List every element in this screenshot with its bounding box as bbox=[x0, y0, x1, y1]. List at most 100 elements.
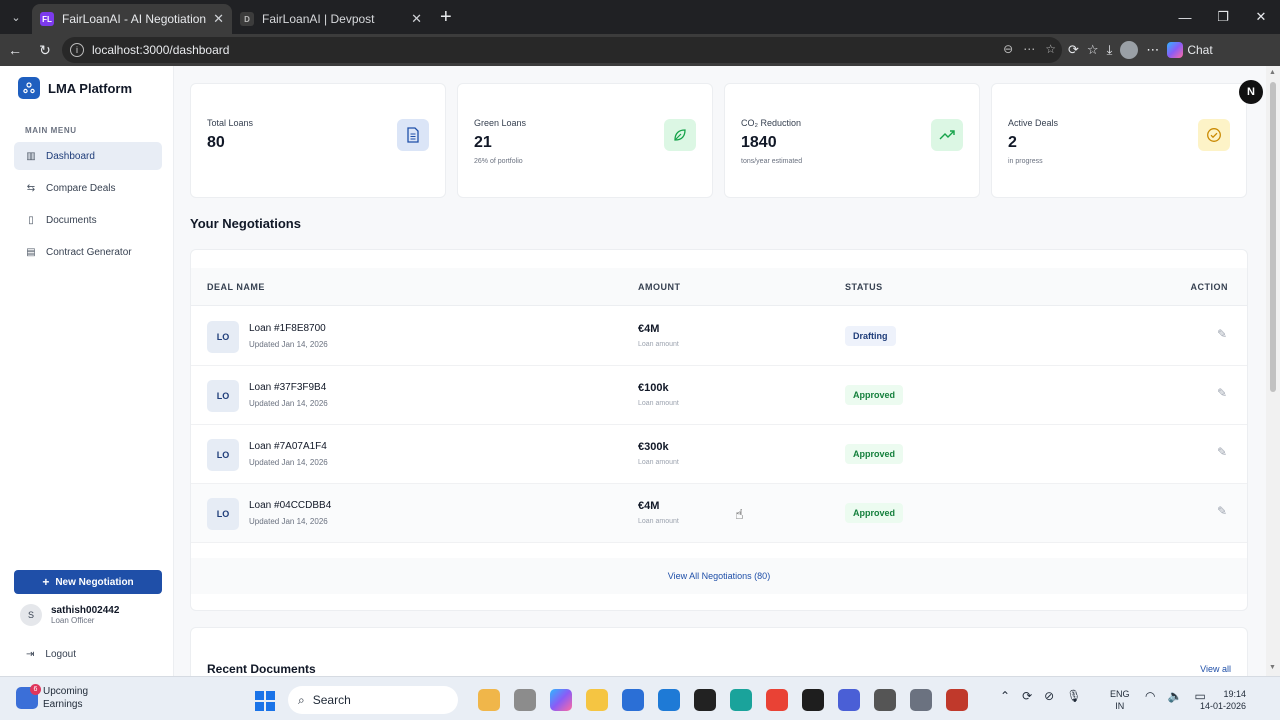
start-windows-icon[interactable] bbox=[255, 691, 275, 711]
favorites-icon[interactable]: ☆ bbox=[1087, 42, 1099, 58]
scroll-thumb[interactable] bbox=[1270, 82, 1276, 392]
edit-icon[interactable]: ✎ bbox=[1217, 504, 1227, 518]
widgets-button[interactable]: 6 Upcoming Earnings bbox=[16, 684, 88, 711]
volume-icon[interactable]: 🔈 bbox=[1167, 689, 1182, 703]
close-tab-icon[interactable]: ✕ bbox=[411, 11, 422, 27]
edit-icon[interactable]: ✎ bbox=[1217, 445, 1227, 459]
scroll-up-icon[interactable]: ▲ bbox=[1269, 69, 1276, 76]
zoom-icon[interactable]: ⊖ bbox=[1003, 42, 1013, 56]
chrome-icon[interactable] bbox=[766, 689, 788, 711]
clock-time: 19:14 bbox=[1223, 689, 1247, 699]
stat-card-green-loans: Green Loans 21 26% of portfolio bbox=[457, 83, 713, 198]
edit-icon[interactable]: ✎ bbox=[1217, 386, 1227, 400]
loan-badge: LO bbox=[207, 321, 239, 353]
notepad-icon[interactable] bbox=[874, 689, 896, 711]
stat-label: Active Deals bbox=[1008, 118, 1059, 128]
sidebar-item-documents[interactable]: ▯ Documents bbox=[14, 206, 162, 234]
more-options-icon[interactable]: ⋯ bbox=[1023, 42, 1035, 56]
taskbar-app-icon[interactable] bbox=[478, 689, 500, 711]
back-arrow-icon[interactable]: ← bbox=[0, 42, 30, 58]
settings-more-icon[interactable]: ⋯ bbox=[1146, 42, 1159, 58]
site-info-icon[interactable]: i bbox=[70, 43, 84, 57]
negotiations-table: DEAL NAME AMOUNT STATUS ACTION LO Loan #… bbox=[190, 249, 1248, 611]
clock[interactable]: 19:14 14-01-2026 bbox=[1200, 688, 1246, 712]
stat-label: Green Loans bbox=[474, 118, 527, 128]
taskbar-search-input[interactable]: ⌕ Search bbox=[288, 686, 458, 714]
file-explorer-icon[interactable] bbox=[586, 689, 608, 711]
microphone-icon[interactable]: 🎙 bbox=[1066, 689, 1081, 703]
address-bar[interactable]: i localhost:3000/dashboard ⊖ ⋯ ☆ bbox=[62, 37, 1062, 63]
column-header-amount: AMOUNT bbox=[638, 282, 681, 292]
vscode-icon[interactable] bbox=[658, 689, 680, 711]
copilot-icon bbox=[1167, 42, 1184, 58]
editor-app-icon[interactable] bbox=[838, 689, 860, 711]
brand-name: LMA Platform bbox=[48, 80, 133, 96]
notification-avatar[interactable]: N bbox=[1239, 80, 1263, 104]
stat-value: 2 bbox=[1008, 134, 1017, 151]
sync-icon[interactable]: ⟳ bbox=[1022, 689, 1032, 703]
sidebar-item-dashboard[interactable]: ▥ Dashboard bbox=[14, 142, 162, 170]
sidebar-item-label: Documents bbox=[46, 214, 97, 226]
platform-logo-icon bbox=[18, 77, 40, 99]
github-icon[interactable] bbox=[694, 689, 716, 711]
recorder-app-icon[interactable] bbox=[946, 689, 968, 711]
view-all-negotiations-link[interactable]: View All Negotiations (80) bbox=[191, 558, 1247, 594]
sidebar: LMA Platform MAIN MENU ▥ Dashboard ⇆ Com… bbox=[0, 66, 174, 676]
extensions-icon[interactable]: ⟳ bbox=[1068, 42, 1079, 58]
store-icon[interactable] bbox=[622, 689, 644, 711]
copilot-app-icon[interactable] bbox=[550, 689, 572, 711]
widgets-subtitle: Earnings bbox=[43, 699, 83, 710]
edge-browser-icon[interactable] bbox=[730, 689, 752, 711]
table-row[interactable]: LO Loan #7A07A1F4 Updated Jan 14, 2026 €… bbox=[191, 425, 1247, 484]
widgets-icon: 6 bbox=[16, 684, 41, 709]
loan-updated: Updated Jan 14, 2026 bbox=[249, 517, 328, 526]
new-tab-plus-icon[interactable]: + bbox=[440, 6, 452, 29]
favorite-star-icon[interactable]: ☆ bbox=[1045, 42, 1056, 56]
maximize-icon[interactable]: ❐ bbox=[1204, 9, 1242, 25]
fairloan-favicon-icon: FL bbox=[40, 12, 54, 26]
cursor-app-icon[interactable] bbox=[802, 689, 824, 711]
copilot-chat-button[interactable]: Chat bbox=[1167, 42, 1213, 58]
wifi-icon[interactable]: ◠ bbox=[1145, 689, 1155, 703]
tray-overflow-chevron-icon[interactable]: ⌃ bbox=[1000, 689, 1010, 703]
windows-taskbar: 6 Upcoming Earnings ⌕ Search ⌃ ⟳ ⊘ 🎙 ENG… bbox=[0, 676, 1280, 720]
user-profile[interactable]: S sathish002442 Loan Officer bbox=[20, 604, 119, 626]
logout-button[interactable]: ⇥ Logout bbox=[26, 649, 76, 660]
network-off-icon[interactable]: ⊘ bbox=[1044, 689, 1054, 703]
task-view-icon[interactable] bbox=[514, 689, 536, 711]
stat-subtext: tons/year estimated bbox=[741, 158, 803, 165]
settings-gear-icon[interactable] bbox=[910, 689, 932, 711]
reload-icon[interactable]: ↻ bbox=[30, 42, 60, 59]
new-negotiation-button[interactable]: + New Negotiation bbox=[14, 570, 162, 594]
stat-value: 80 bbox=[207, 134, 225, 151]
table-header: DEAL NAME AMOUNT STATUS ACTION bbox=[191, 268, 1247, 306]
profile-avatar-icon[interactable] bbox=[1120, 41, 1139, 59]
view-all-documents-link[interactable]: View all bbox=[1200, 664, 1231, 674]
sidebar-item-contract-generator[interactable]: ▤ Contract Generator bbox=[14, 238, 162, 266]
minimize-icon[interactable]: — bbox=[1166, 10, 1204, 25]
browser-tab-fairloanai[interactable]: FL FairLoanAI - AI Negotiation Platfo ✕ bbox=[32, 4, 232, 34]
downloads-icon[interactable]: ⤓ bbox=[1107, 42, 1113, 58]
table-row[interactable]: LO Loan #04CCDBB4 Updated Jan 14, 2026 €… bbox=[191, 484, 1247, 543]
user-role: Loan Officer bbox=[51, 616, 95, 625]
recent-documents-card: Recent Documents View all bbox=[190, 627, 1248, 676]
scroll-down-icon[interactable]: ▼ bbox=[1269, 664, 1276, 671]
sidebar-item-compare-deals[interactable]: ⇆ Compare Deals bbox=[14, 174, 162, 202]
browser-toolbar: ← ↻ i localhost:3000/dashboard ⊖ ⋯ ☆ ⟳ ☆… bbox=[0, 34, 1280, 66]
browser-tab-devpost[interactable]: D FairLoanAI | Devpost ✕ bbox=[232, 4, 430, 34]
tab-list-chevron-icon[interactable]: ⌄ bbox=[0, 0, 32, 34]
stat-value: 1840 bbox=[741, 134, 777, 151]
brand[interactable]: LMA Platform bbox=[18, 77, 132, 99]
loan-amount: €4M bbox=[638, 500, 660, 512]
edit-icon[interactable]: ✎ bbox=[1217, 327, 1227, 341]
close-tab-icon[interactable]: ✕ bbox=[213, 11, 224, 27]
language-indicator[interactable]: ENG IN bbox=[1110, 688, 1130, 712]
arrows-swap-icon: ⇆ bbox=[26, 182, 36, 194]
table-row[interactable]: LO Loan #1F8E8700 Updated Jan 14, 2026 €… bbox=[191, 307, 1247, 366]
table-row[interactable]: LO Loan #37F3F9B4 Updated Jan 14, 2026 €… bbox=[191, 366, 1247, 425]
loan-name: Loan #04CCDBB4 bbox=[249, 500, 332, 511]
widgets-count-badge: 6 bbox=[30, 684, 41, 695]
close-window-icon[interactable]: ✕ bbox=[1242, 9, 1280, 25]
page-scrollbar[interactable]: ▲ ▼ bbox=[1266, 66, 1280, 676]
chat-label: Chat bbox=[1187, 43, 1213, 57]
